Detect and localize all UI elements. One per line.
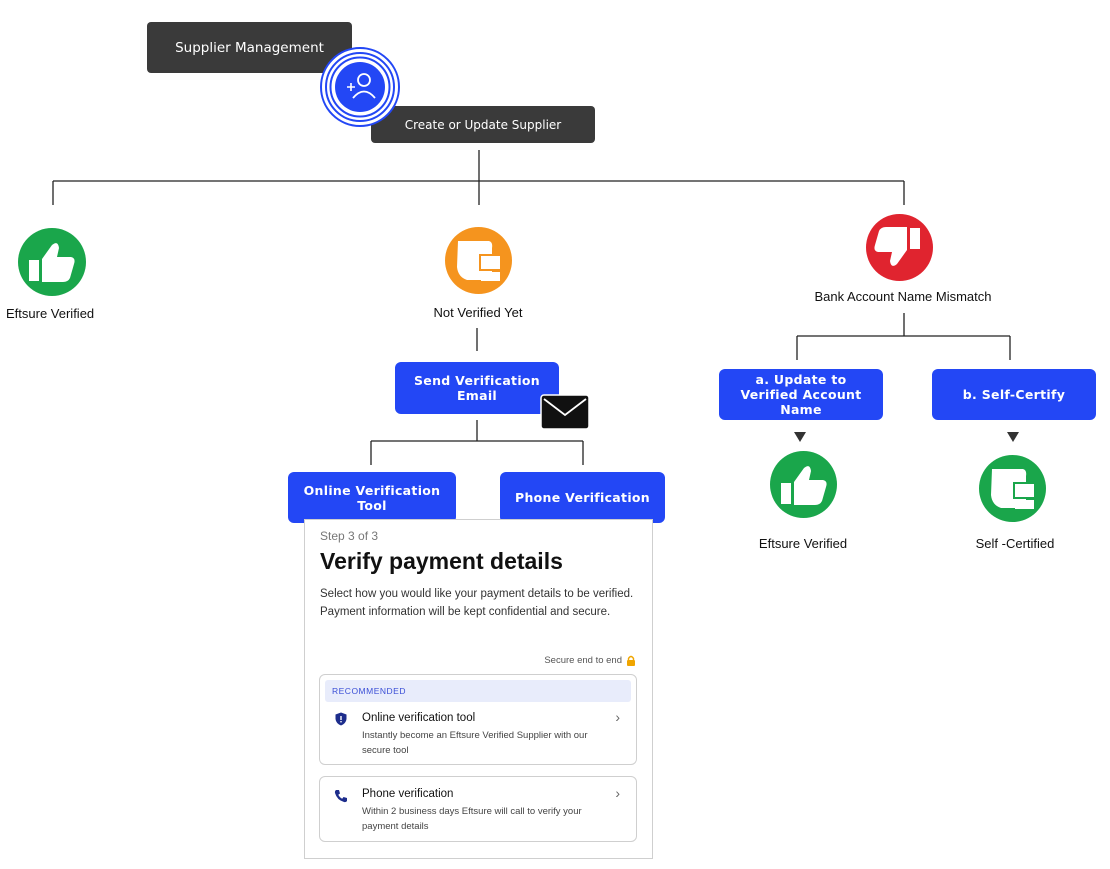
chevron-right-icon: › [615, 709, 620, 725]
recommended-badge: RECOMMENDED [325, 680, 631, 702]
create-update-supplier-node: Create or Update Supplier [371, 106, 595, 143]
online-verification-option[interactable]: RECOMMENDED Online verification tool Ins… [319, 674, 637, 765]
update-verified-name-label: a. Update to Verified Account Name [740, 372, 862, 417]
phone-option-subtitle: Within 2 business days Eftsure will call… [362, 806, 582, 832]
online-option-subtitle: Instantly become an Eftsure Verified Sup… [362, 730, 588, 756]
panel-description: Select how you would like your payment d… [320, 588, 634, 618]
eftsure-verified-left-label: Eftsure Verified [6, 306, 95, 321]
phone-verification-option[interactable]: Phone verification Within 2 business day… [319, 776, 637, 842]
panel-title: Verify payment details [320, 548, 563, 574]
thumb-sideways-icon [445, 227, 512, 294]
thumbs-up-icon [18, 228, 86, 296]
thumb-sideways-icon [979, 455, 1046, 522]
secure-note: Secure end to end [544, 655, 636, 666]
arrow-down-icon [794, 432, 806, 442]
self-certify-button[interactable]: b. Self-Certify [932, 369, 1096, 420]
add-user-icon [320, 47, 400, 127]
thumbs-down-icon [866, 214, 933, 281]
send-verification-email-button[interactable]: Send Verification Email [395, 362, 559, 414]
self-certify-label: b. Self-Certify [962, 387, 1066, 402]
phone-icon [334, 790, 347, 803]
online-verification-tool-label: Online Verification Tool [303, 482, 441, 513]
chevron-right-icon: › [615, 785, 620, 801]
shield-icon [335, 712, 347, 726]
supplier-management-label: Supplier Management [175, 39, 324, 56]
lock-icon [627, 655, 635, 666]
verify-payment-panel: Step 3 of 3 Verify payment details Selec… [304, 519, 653, 859]
arrow-down-icon [1007, 432, 1019, 442]
eftsure-verified-right-label: Eftsure Verified [758, 536, 848, 551]
thumbs-up-icon [770, 451, 837, 518]
not-verified-label: Not Verified Yet [433, 305, 523, 320]
create-update-supplier-label: Create or Update Supplier [404, 117, 562, 132]
phone-verification-button[interactable]: Phone Verification [500, 472, 665, 523]
phone-option-title: Phone verification [362, 788, 454, 800]
online-option-title: Online verification tool [362, 712, 476, 724]
envelope-icon [540, 394, 590, 430]
online-verification-tool-button[interactable]: Online Verification Tool [288, 472, 456, 523]
send-verification-email-label: Send Verification Email [413, 373, 540, 403]
self-certified-label: Self -Certified [975, 536, 1055, 551]
secure-text: Secure end to end [544, 655, 622, 666]
phone-verification-label: Phone Verification [514, 490, 650, 505]
step-indicator: Step 3 of 3 [320, 529, 379, 543]
update-verified-name-button[interactable]: a. Update to Verified Account Name [719, 369, 883, 420]
mismatch-label: Bank Account Name Mismatch [814, 289, 992, 304]
